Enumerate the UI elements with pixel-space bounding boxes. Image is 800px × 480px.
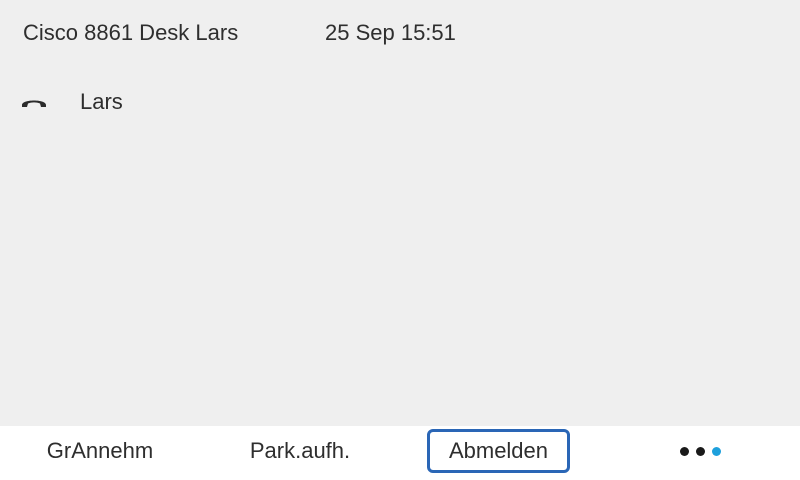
more-dots-icon (679, 446, 689, 456)
softkey-grannehm[interactable]: GrAnnehm (0, 429, 200, 473)
date-time: 25 Sep 15:51 (325, 20, 456, 45)
status-header: Cisco 8861 Desk Lars 25 Sep 15:51 (0, 0, 800, 66)
softkey-abmelden[interactable]: Abmelden (427, 429, 570, 473)
softkey-park-aufh[interactable]: Park.aufh. (200, 429, 400, 473)
handset-icon (20, 92, 48, 112)
line-key-lars[interactable]: Lars (0, 80, 800, 124)
softkey-bar: GrAnnehm Park.aufh. Abmelden (0, 426, 800, 480)
device-title: Cisco 8861 Desk Lars (23, 20, 239, 45)
more-dots-icon (695, 446, 705, 456)
phone-screen: Cisco 8861 Desk Lars 25 Sep 15:51 Lars G… (0, 0, 800, 480)
more-dots-active-icon (711, 446, 721, 456)
line-label: Lars (80, 89, 123, 114)
more-softkeys-button[interactable] (600, 429, 800, 473)
